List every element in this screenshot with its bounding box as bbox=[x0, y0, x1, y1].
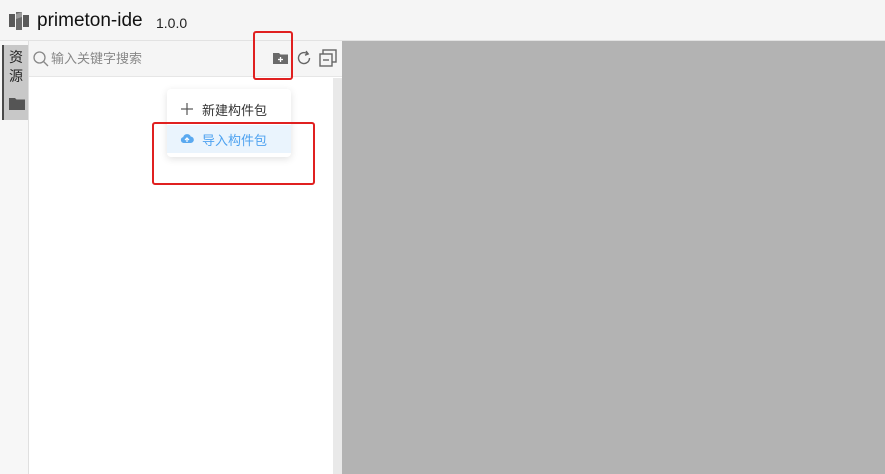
app-title: primeton-ide bbox=[37, 10, 143, 31]
new-folder-button[interactable] bbox=[271, 48, 291, 68]
resources-tab-label: 资源 bbox=[9, 50, 23, 85]
cloud-upload-icon bbox=[180, 134, 194, 144]
title-bar: primeton-ide 1.0.0 bbox=[0, 0, 885, 41]
app-version: 1.0.0 bbox=[156, 15, 188, 31]
refresh-icon bbox=[297, 50, 311, 65]
search-bar bbox=[29, 41, 342, 77]
collapse-all-icon bbox=[319, 49, 337, 67]
explorer-scrollbar[interactable] bbox=[333, 78, 342, 474]
search-input[interactable] bbox=[51, 48, 251, 70]
primeton-logo-icon bbox=[9, 12, 29, 30]
resources-tab[interactable]: 资源 bbox=[2, 45, 28, 120]
plus-icon bbox=[181, 103, 193, 115]
search-icon bbox=[33, 51, 49, 67]
refresh-button[interactable] bbox=[294, 48, 314, 68]
editor-area bbox=[342, 41, 885, 474]
menu-item-import-package[interactable]: 导入构件包 bbox=[167, 125, 291, 153]
new-package-dropdown: 新建构件包 导入构件包 bbox=[167, 89, 291, 157]
folder-icon bbox=[9, 98, 25, 110]
menu-item-label: 导入构件包 bbox=[202, 134, 268, 149]
collapse-all-button[interactable] bbox=[318, 48, 338, 68]
menu-item-label: 新建构件包 bbox=[202, 104, 268, 119]
folder-plus-icon bbox=[273, 53, 288, 64]
activity-bar: 资源 bbox=[0, 41, 29, 474]
menu-item-new-package[interactable]: 新建构件包 bbox=[167, 95, 291, 123]
